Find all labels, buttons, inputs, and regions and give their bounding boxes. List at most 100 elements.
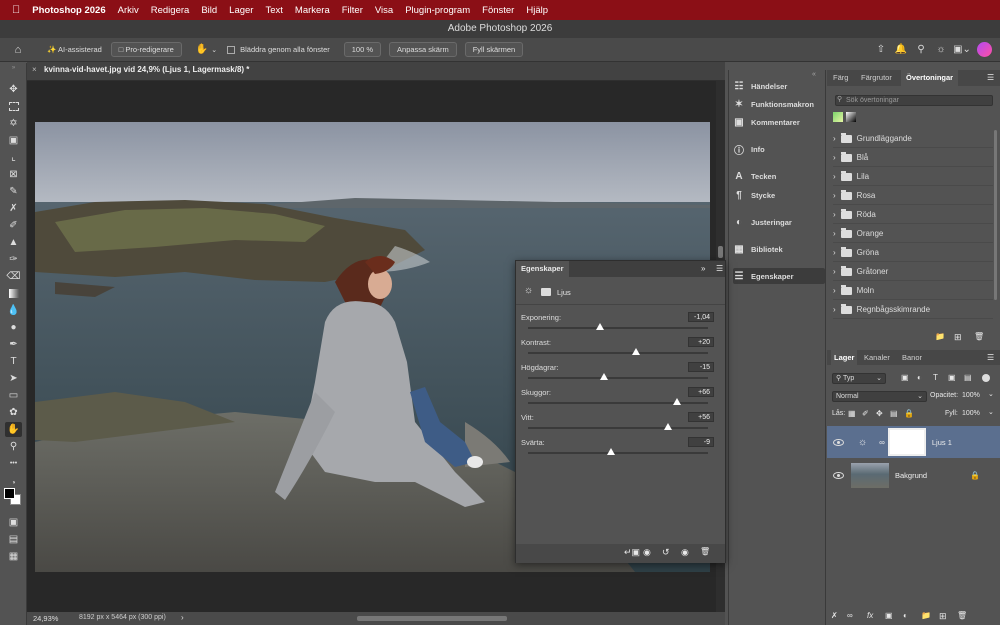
link-icon[interactable]: ∞ [879, 438, 885, 447]
view-previous-icon[interactable]: ◉ [643, 547, 651, 558]
hand-tool-icon[interactable]: ✋ [196, 44, 208, 55]
chevron-down-icon[interactable]: ⌄ [211, 46, 217, 54]
new-group-icon[interactable]: 📁 [921, 611, 931, 620]
history-brush-icon[interactable]: ✑ [5, 252, 22, 267]
pro-editor-button[interactable]: □ Pro-redigerare [110, 42, 182, 57]
blend-mode-select[interactable]: Normal ⌄ [832, 391, 927, 402]
slider-thumb[interactable] [664, 423, 673, 430]
panel-character[interactable]: A Tecken [733, 168, 825, 184]
apple-icon[interactable]:  [12, 4, 20, 16]
menu-app-name[interactable]: Photoshop 2026 [32, 5, 105, 16]
delete-layer-icon[interactable]: 🗑 [957, 611, 967, 620]
trash-icon[interactable]: 🗑 [974, 332, 984, 341]
slider-track[interactable] [528, 377, 708, 379]
broom-icon[interactable]: ✗ [831, 611, 838, 620]
gradient-preset-green[interactable] [833, 112, 843, 122]
zoom-status[interactable]: 24,93% [33, 614, 58, 623]
lasso-tool-icon[interactable]: ✡ [5, 116, 22, 131]
gradient-group-grays[interactable]: › Gråtoner [833, 263, 993, 281]
tab-channels[interactable]: Kanaler [864, 350, 890, 365]
tab-gradients[interactable]: Övertoningar [901, 70, 959, 86]
gradient-group-blue[interactable]: › Blå [833, 149, 993, 167]
fx-icon[interactable]: fx [867, 611, 873, 620]
panel-events[interactable]: ☷ Händelser [733, 78, 825, 94]
layer-row-background[interactable]: Bakgrund 🔒 [827, 459, 1000, 491]
menu-item-arkiv[interactable]: Arkiv [118, 5, 139, 16]
menu-item-visa[interactable]: Visa [375, 5, 393, 16]
filter-shape-icon[interactable]: ▣ [948, 373, 956, 382]
new-adjustment-icon[interactable]: ◐ [903, 611, 908, 620]
lock-all-icon[interactable]: 🔒 [904, 409, 914, 418]
clip-to-layer-icon[interactable]: ↵▣ [624, 547, 640, 558]
share-icon[interactable]: ⇧ [871, 44, 891, 55]
close-icon[interactable]: × [32, 65, 37, 74]
slider-track[interactable] [528, 327, 708, 329]
chevron-down-icon[interactable]: ⌄ [988, 390, 994, 398]
properties-title[interactable]: Egenskaper [516, 261, 569, 277]
panel-menu-icon[interactable]: ☰ [987, 73, 994, 82]
panel-actions[interactable]: ✶ Funktionsmakron [733, 96, 825, 112]
tab-swatches[interactable]: Färgrutor [861, 70, 892, 86]
lock-position-icon[interactable]: ✥ [876, 409, 883, 418]
more-tools-icon[interactable]: ••• [5, 456, 22, 471]
panel-properties[interactable]: ☰ Egenskaper [733, 268, 825, 284]
new-folder-icon[interactable]: 📁 [935, 332, 945, 341]
opacity-value[interactable]: 100% [962, 392, 980, 399]
gradient-list-scrollbar[interactable] [994, 130, 997, 300]
type-tool-icon[interactable]: T [5, 354, 22, 369]
slider-thumb[interactable] [596, 323, 604, 330]
menu-item-markera[interactable]: Markera [295, 5, 330, 16]
slider-thumb[interactable] [606, 448, 615, 455]
slider-track[interactable] [528, 427, 708, 429]
gradient-group-basic[interactable]: › Grundläggande [833, 130, 993, 148]
canvas-scroll-thumb[interactable] [718, 246, 723, 258]
ai-assisted-button[interactable]: ✨ AI-assisterad [40, 43, 109, 56]
clone-stamp-icon[interactable]: ▲ [5, 235, 22, 250]
eraser-tool-icon[interactable]: ⌫ [5, 269, 22, 284]
add-mask-icon[interactable]: ▣ [885, 611, 893, 620]
path-selection-icon[interactable]: ➤ [5, 371, 22, 386]
panel-notes[interactable]: ▣ Kommentarer [733, 114, 825, 130]
object-selection-icon[interactable]: ▣ [5, 133, 22, 148]
menu-item-fonster[interactable]: Fönster [482, 5, 514, 16]
home-icon[interactable]: ⌂ [10, 44, 26, 56]
layer-thumbnail[interactable] [851, 462, 889, 488]
panel-info[interactable]: ⓘ Info [733, 141, 825, 157]
slider-thumb[interactable] [599, 373, 608, 380]
search-icon[interactable]: ⚲ [911, 44, 931, 55]
filter-type-icon[interactable]: T [933, 373, 938, 382]
lightbulb-icon[interactable]: ☼ [931, 44, 951, 55]
filter-smart-object-icon[interactable]: ▤ [964, 373, 972, 382]
layer-row-light[interactable]: ☼ ∞ Ljus 1 [827, 426, 1000, 458]
new-layer-icon[interactable]: ⊞ [939, 611, 947, 622]
gradient-group-orange[interactable]: › Orange [833, 225, 993, 243]
toolbar-collapse-icon[interactable]: » [5, 65, 22, 71]
menu-item-text[interactable]: Text [265, 5, 282, 16]
move-tool-icon[interactable]: ✥ [5, 82, 22, 97]
chevron-right-icon[interactable]: › [181, 613, 184, 622]
visibility-eye-icon[interactable] [833, 438, 844, 446]
mask-icon[interactable] [541, 288, 551, 296]
gradient-group-pink[interactable]: › Rosa [833, 187, 993, 205]
panel-adjustments[interactable]: ◐ Justeringar [733, 214, 825, 230]
tab-color[interactable]: Färg [833, 70, 848, 86]
slider-track[interactable] [528, 452, 708, 454]
brush-tool-icon[interactable]: ✐ [5, 218, 22, 233]
lock-brush-icon[interactable]: ✐ [862, 409, 869, 418]
layer-filter-select[interactable]: ⚲ Typ ⌄ [832, 373, 886, 384]
foreground-color-swatch[interactable] [4, 488, 15, 499]
custom-shape-icon[interactable]: ✿ [5, 405, 22, 420]
link-layers-icon[interactable]: ∞ [847, 611, 853, 620]
gradient-group-clouds[interactable]: › Moln [833, 282, 993, 300]
filter-toggle[interactable] [982, 374, 990, 382]
zoom-100-button[interactable]: 100 % [343, 42, 382, 57]
horizontal-scroll-thumb[interactable] [357, 616, 507, 621]
layer-name[interactable]: Ljus 1 [932, 438, 952, 447]
slider-thumb[interactable] [673, 398, 682, 405]
gradient-group-iridescent[interactable]: › Regnbågsskimrande [833, 301, 993, 319]
document-tab[interactable]: kvinna-vid-havet.jpg vid 24,9% (Ljus 1, … [44, 65, 249, 74]
lock-artboard-icon[interactable]: ▤ [890, 409, 898, 418]
new-gradient-icon[interactable]: ⊞ [954, 332, 962, 343]
eyedropper-tool-icon[interactable]: ✎ [5, 184, 22, 199]
fill-value[interactable]: 100% [962, 410, 980, 417]
